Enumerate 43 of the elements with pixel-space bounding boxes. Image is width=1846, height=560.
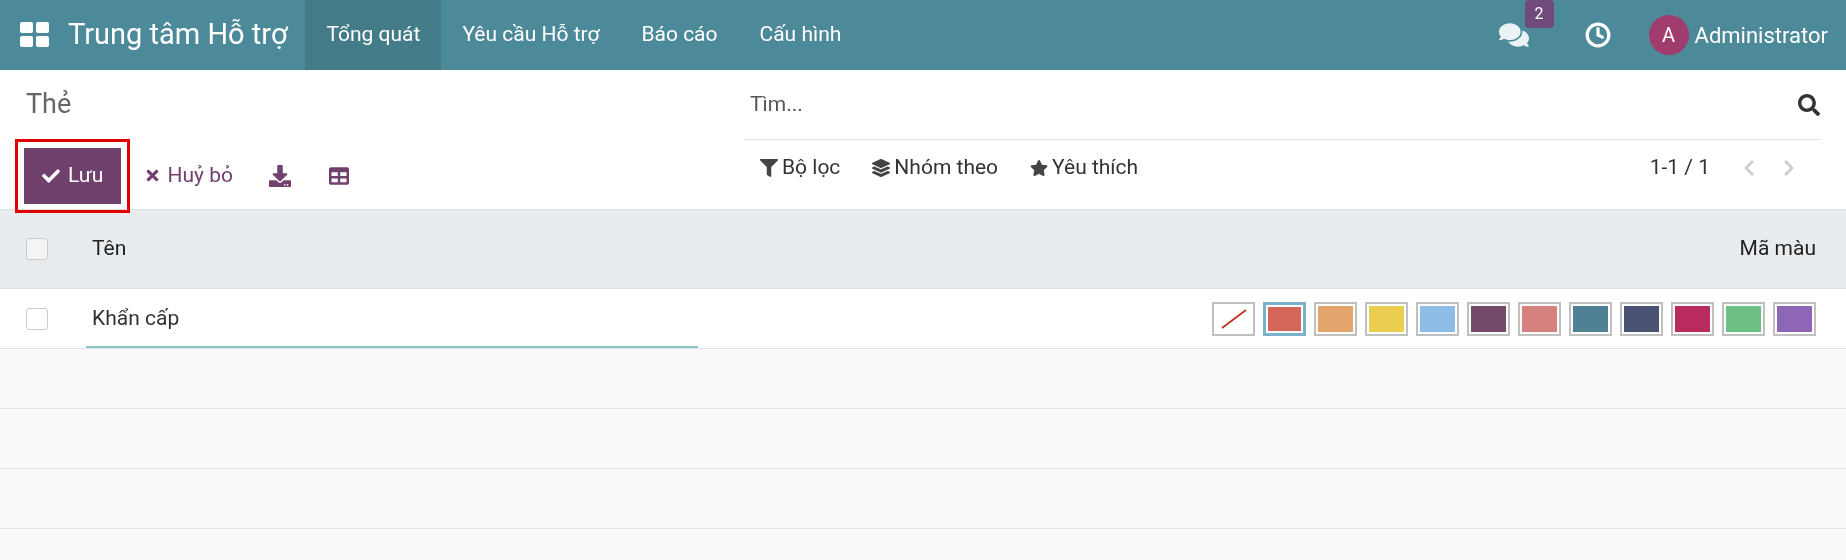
- column-header[interactable]: Mã màu: [1739, 233, 1816, 265]
- save-button[interactable]: Lưu: [24, 147, 122, 204]
- pager-value: 1-1 / 1: [1649, 154, 1710, 182]
- color-swatch[interactable]: [1569, 301, 1612, 336]
- menu-item[interactable]: Cấu hình: [738, 0, 863, 70]
- color-swatch[interactable]: [1671, 301, 1714, 336]
- funnel-icon: [760, 159, 778, 177]
- user-name[interactable]: Administrator: [1694, 18, 1828, 52]
- filter-button[interactable]: Yêu thích: [1014, 152, 1155, 184]
- app-title[interactable]: Trung tâm Hỗ trợ: [68, 13, 288, 57]
- filter-button[interactable]: Bộ lọc: [744, 152, 857, 184]
- menu-item[interactable]: Tổng quát: [305, 0, 442, 70]
- name-input[interactable]: Khẩn cấp: [86, 289, 698, 348]
- search-field[interactable]: Tìm...: [744, 88, 1798, 121]
- color-swatch[interactable]: [1365, 301, 1408, 336]
- select-all-checkbox[interactable]: [26, 238, 48, 260]
- menu-item[interactable]: Báo cáo: [620, 0, 739, 70]
- apps-menu-icon[interactable]: [20, 22, 50, 48]
- color-swatch[interactable]: [1467, 301, 1510, 336]
- table-icon[interactable]: [328, 165, 349, 186]
- chat-icon[interactable]: [1498, 20, 1529, 50]
- check-icon: [42, 166, 60, 185]
- color-swatch[interactable]: [1518, 301, 1561, 336]
- row-checkbox[interactable]: [26, 307, 48, 330]
- star-icon: [1030, 159, 1049, 177]
- color-swatch[interactable]: [1773, 301, 1816, 336]
- color-swatch[interactable]: [1314, 301, 1357, 336]
- layers-icon: [872, 159, 891, 177]
- menu-item[interactable]: Yêu cầu Hỗ trợ: [441, 0, 621, 70]
- discard-button[interactable]: Huỷ bỏ: [138, 159, 239, 192]
- color-swatch[interactable]: [1416, 301, 1459, 336]
- download-icon[interactable]: [268, 164, 291, 187]
- color-swatch[interactable]: [1620, 301, 1663, 336]
- color-swatch[interactable]: [1722, 301, 1765, 336]
- column-header[interactable]: Tên: [92, 233, 127, 265]
- activity-clock-icon[interactable]: [1584, 22, 1611, 48]
- filter-button[interactable]: Nhóm theo: [856, 152, 1015, 184]
- color-swatch[interactable]: [1263, 301, 1306, 336]
- breadcrumb-title: Thẻ: [26, 87, 72, 122]
- message-count-badge: 2: [1524, 0, 1554, 28]
- no-color-swatch[interactable]: [1212, 301, 1255, 336]
- user-avatar[interactable]: A: [1648, 15, 1689, 55]
- search-icon[interactable]: [1798, 93, 1820, 116]
